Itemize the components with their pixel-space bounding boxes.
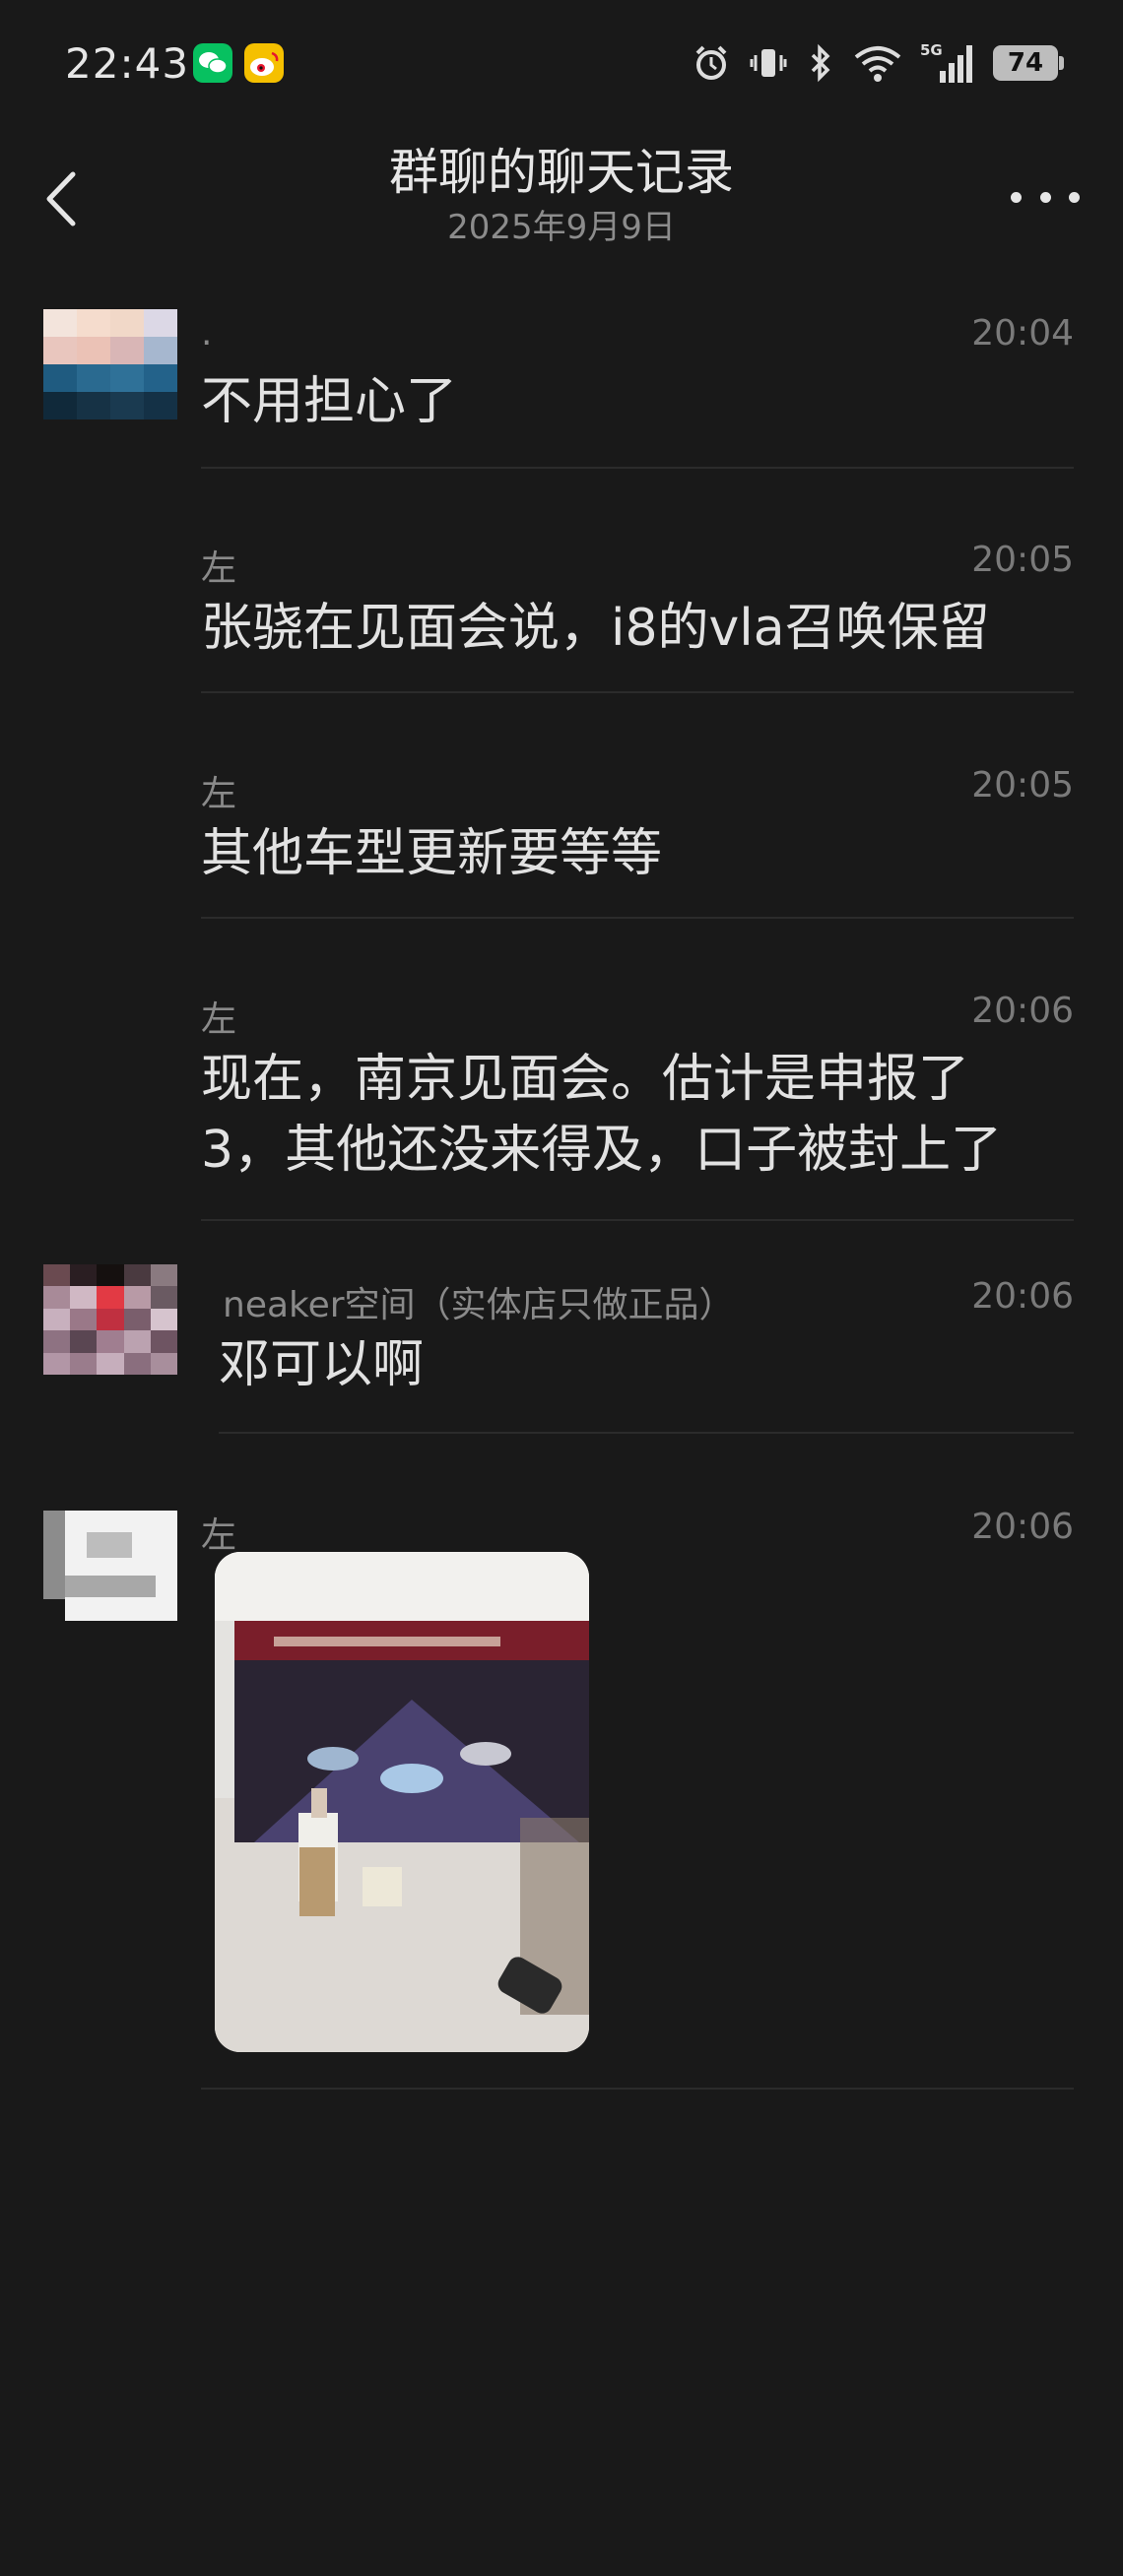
more-dot-icon xyxy=(1039,191,1051,203)
message-text: 不用担心了 xyxy=(201,372,458,431)
message-text: 张骁在见面会说，i8的vla召唤保留 xyxy=(201,599,990,658)
sender-name: 左 xyxy=(201,548,237,589)
message-time: 20:06 xyxy=(971,991,1074,1031)
sender-name: . xyxy=(201,313,213,354)
wifi-icon xyxy=(854,46,901,82)
sender-name: 左 xyxy=(201,774,237,814)
sender-name: 左 xyxy=(201,1515,237,1556)
wechat-icon xyxy=(193,43,232,83)
divider xyxy=(201,467,1074,469)
message-item[interactable]: neaker空间（实体店只做正品） 20:06 邓可以啊 xyxy=(0,1262,1123,1440)
more-dot-icon xyxy=(1069,191,1080,203)
weibo-icon xyxy=(244,43,284,83)
vibrate-icon xyxy=(750,49,787,77)
more-dot-icon xyxy=(1011,191,1022,203)
message-time: 20:05 xyxy=(971,540,1074,580)
divider xyxy=(201,1219,1074,1221)
message-image[interactable] xyxy=(215,1552,589,2052)
divider xyxy=(201,691,1074,693)
avatar[interactable] xyxy=(43,309,177,419)
message-text-line-2: 3，其他还没来得及，口子被封上了 xyxy=(201,1121,1003,1180)
message-item[interactable]: 左 20:05 张骁在见面会说，i8的vla召唤保留 xyxy=(0,522,1123,699)
message-text: 邓可以啊 xyxy=(219,1335,425,1394)
bluetooth-icon xyxy=(811,43,830,83)
status-indicators: 5G 74 xyxy=(692,37,1064,89)
message-item[interactable]: 左 20:05 其他车型更新要等等 xyxy=(0,747,1123,925)
message-text: 现在，南京见面会。估计是申报了 xyxy=(201,1050,970,1109)
avatar[interactable] xyxy=(43,1511,177,1621)
page-title: 群聊的聊天记录 xyxy=(389,144,734,201)
alarm-icon xyxy=(695,45,727,80)
avatar[interactable] xyxy=(43,1264,177,1375)
signal-5g-icon: 5G xyxy=(920,41,972,83)
battery-icon: 74 xyxy=(993,45,1064,81)
divider xyxy=(201,917,1074,919)
photo-of-car-presentation-event xyxy=(215,1552,589,2052)
divider xyxy=(219,1432,1074,1434)
sender-name: neaker空间（实体店只做正品） xyxy=(223,1285,735,1325)
message-time: 20:06 xyxy=(971,1507,1074,1547)
message-item[interactable]: 左 20:06 现在，南京见面会。估计是申报了 3，其他还没来得及，口子被封上了 xyxy=(0,973,1123,1229)
message-time: 20:04 xyxy=(971,313,1074,354)
divider xyxy=(201,2088,1074,2090)
message-item[interactable]: . 20:04 不用担心了 xyxy=(0,295,1123,473)
sender-name: 左 xyxy=(201,999,237,1040)
status-time: 22:43 xyxy=(65,39,190,88)
status-bar: 22:43 5G 74 xyxy=(0,0,1123,133)
nav-bar: 群聊的聊天记录 2025年9月9日 xyxy=(0,133,1123,261)
battery-level: 74 xyxy=(1007,48,1044,78)
message-time: 20:05 xyxy=(971,765,1074,805)
message-text: 其他车型更新要等等 xyxy=(201,824,663,883)
page-subtitle: 2025年9月9日 xyxy=(447,208,676,247)
network-label: 5G xyxy=(920,41,943,59)
message-time: 20:06 xyxy=(971,1276,1074,1317)
more-button[interactable] xyxy=(1011,172,1080,222)
